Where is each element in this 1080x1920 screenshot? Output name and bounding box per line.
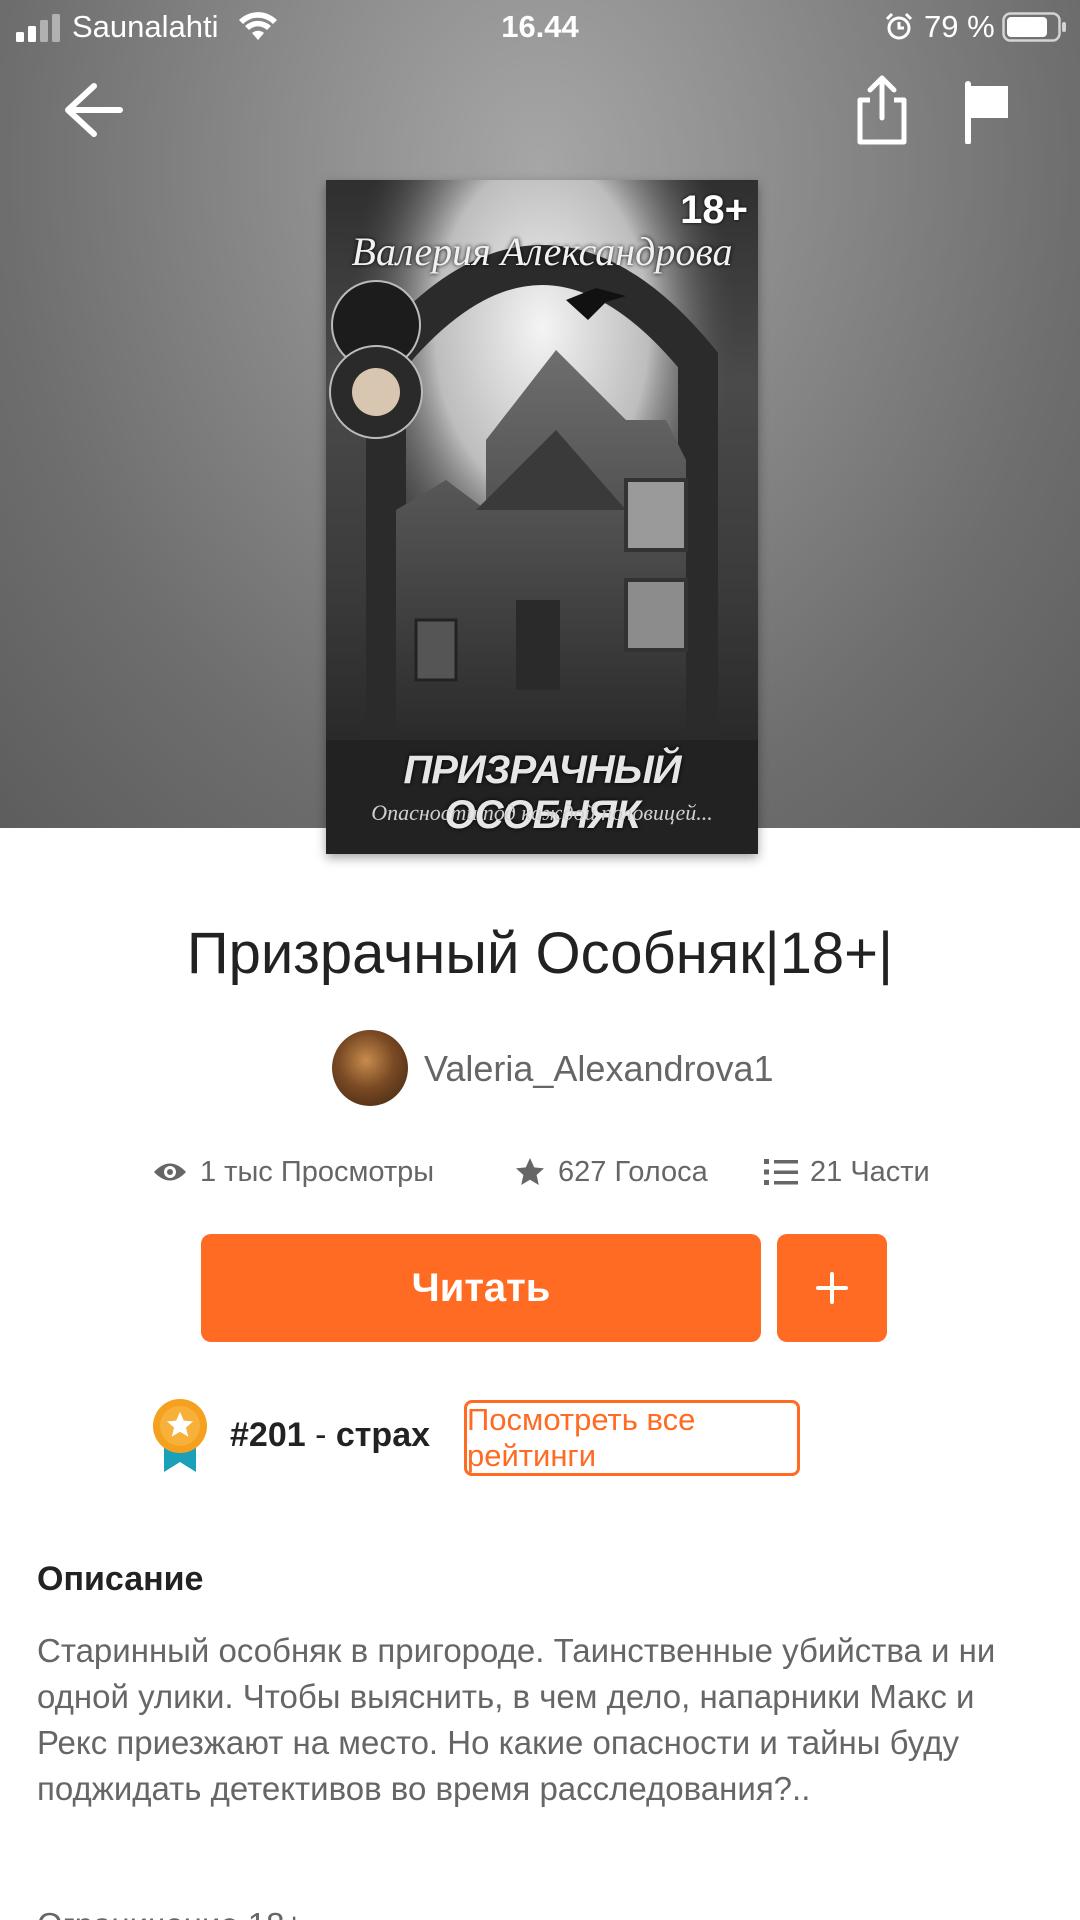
alarm-icon — [885, 12, 913, 40]
ranking-category: страх — [335, 1416, 431, 1454]
stat-views: 1 тыс Просмотры — [152, 1150, 434, 1194]
ranking-badge-icon — [153, 1399, 207, 1472]
stat-votes: 627 Голоса — [514, 1150, 708, 1194]
description-next-line: Ограничение 18+ — [37, 1902, 337, 1920]
clock: 16.44 — [501, 9, 579, 44]
eye-icon — [154, 1163, 186, 1181]
stat-parts-label: 21 Части — [810, 1155, 930, 1188]
author-row[interactable]: Valeria_Alexandrova1 — [0, 1030, 1080, 1106]
cover-tagline-text: Опасности под каждой половицей... — [371, 800, 713, 825]
description-heading: Описание — [37, 1560, 204, 1598]
stat-parts: 21 Части — [764, 1150, 930, 1194]
author-name[interactable]: Valeria_Alexandrova1 — [424, 1048, 774, 1090]
list-icon — [764, 1159, 798, 1185]
view-all-rankings-button[interactable]: Посмотреть все рейтинги — [464, 1400, 800, 1476]
share-icon[interactable] — [852, 74, 912, 146]
story-stats: 1 тыс Просмотры 627 Голоса 21 Части — [0, 1150, 1080, 1194]
book-cover[interactable]: 18+ Валерия Александрова ПРИЗРАЧНЫЙ ОСОБ… — [326, 180, 758, 854]
ranking-text: #201 - страх — [230, 1416, 430, 1455]
add-to-library-button[interactable] — [777, 1234, 887, 1342]
cover-age-rating: 18+ — [680, 188, 748, 232]
ranking-row: #201 - страх Посмотреть все рейтинги — [0, 1398, 1080, 1476]
plus-icon — [816, 1272, 848, 1304]
battery-icon — [1002, 12, 1066, 42]
battery-percent: 79 % — [924, 9, 995, 44]
back-arrow-icon[interactable] — [60, 78, 124, 142]
description-text: Старинный особняк в пригороде. Таинствен… — [37, 1632, 996, 1807]
status-bar: Saunalahti 16.44 79 % — [0, 0, 1080, 54]
ranking-separator: - — [315, 1416, 327, 1454]
read-button[interactable]: Читать — [201, 1234, 761, 1342]
star-icon — [516, 1158, 544, 1185]
author-avatar[interactable] — [332, 1030, 408, 1106]
flag-icon[interactable] — [960, 80, 1016, 144]
stat-votes-label: 627 Голоса — [558, 1155, 708, 1188]
stat-views-label: 1 тыс Просмотры — [200, 1155, 435, 1188]
cover-author-text: Валерия Александрова — [351, 229, 733, 274]
ranking-position: #201 — [230, 1416, 306, 1454]
story-title: Призрачный Особняк|18+| — [186, 921, 894, 986]
